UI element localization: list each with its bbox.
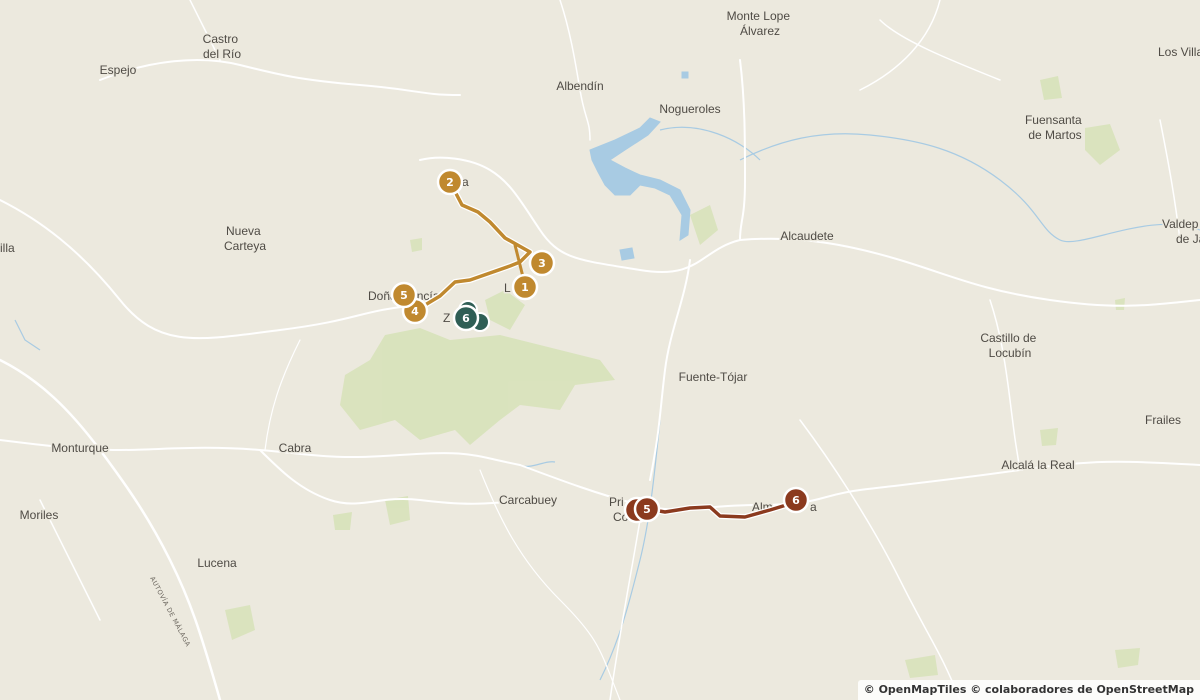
svg-text:3: 3 — [538, 257, 546, 270]
place-carcabuey: Carcabuey — [499, 493, 557, 507]
route-teal-stop-6[interactable]: 6 — [452, 304, 480, 332]
place-lucena: Lucena — [197, 556, 237, 570]
place-nueva-carteya: Nueva Carteya — [224, 224, 266, 253]
place-villa: illa — [0, 241, 15, 255]
svg-text:6: 6 — [792, 494, 800, 507]
place-los-villares: Los Villa — [1158, 45, 1200, 59]
route-gold-stop-1[interactable]: 1 — [511, 273, 539, 301]
route-gold-stop-5[interactable]: 5 — [390, 281, 418, 309]
svg-text:2: 2 — [446, 176, 454, 189]
svg-text:5: 5 — [400, 289, 408, 302]
route-gold-stop-3[interactable]: 3 — [528, 249, 556, 277]
svg-text:1: 1 — [521, 281, 529, 294]
place-espejo: Espejo — [100, 63, 137, 77]
map-attribution[interactable]: © OpenMapTiles © colaboradores de OpenSt… — [857, 680, 1200, 700]
place-fuensanta-de-martos: Fuensanta de Martos — [1025, 113, 1085, 142]
svg-text:4: 4 — [411, 305, 419, 318]
place-zuheros: Z — [443, 311, 450, 325]
place-cabra: Cabra — [279, 441, 312, 455]
place-castro-del-rio: Castro del Río — [203, 32, 242, 61]
place-luque: L — [504, 281, 511, 295]
map-base-layer: AUTOVÍA DE MÁLAGA Castro del Río Espejo … — [0, 0, 1200, 700]
place-fuente-tojar: Fuente-Tójar — [679, 370, 748, 384]
svg-text:5: 5 — [643, 503, 651, 516]
place-nogueroles: Nogueroles — [659, 102, 720, 116]
place-frailes: Frailes — [1145, 413, 1181, 427]
route-gold-stop-2[interactable]: 2 — [436, 168, 464, 196]
svg-text:6: 6 — [462, 312, 470, 325]
place-moriles: Moriles — [20, 508, 59, 522]
route-brown-stop-6[interactable]: 6 — [782, 486, 810, 514]
map-canvas[interactable]: AUTOVÍA DE MÁLAGA Castro del Río Espejo … — [0, 0, 1200, 700]
place-alcala-la-real: Alcalá la Real — [1001, 458, 1074, 472]
place-castillo-de-locubin: Castillo de Locubín — [980, 331, 1039, 360]
route-brown-stop-5[interactable]: 5 — [623, 495, 661, 524]
place-albendin: Albendín — [556, 79, 603, 93]
place-alcaudete: Alcaudete — [780, 229, 834, 243]
place-monturque: Monturque — [51, 441, 109, 455]
